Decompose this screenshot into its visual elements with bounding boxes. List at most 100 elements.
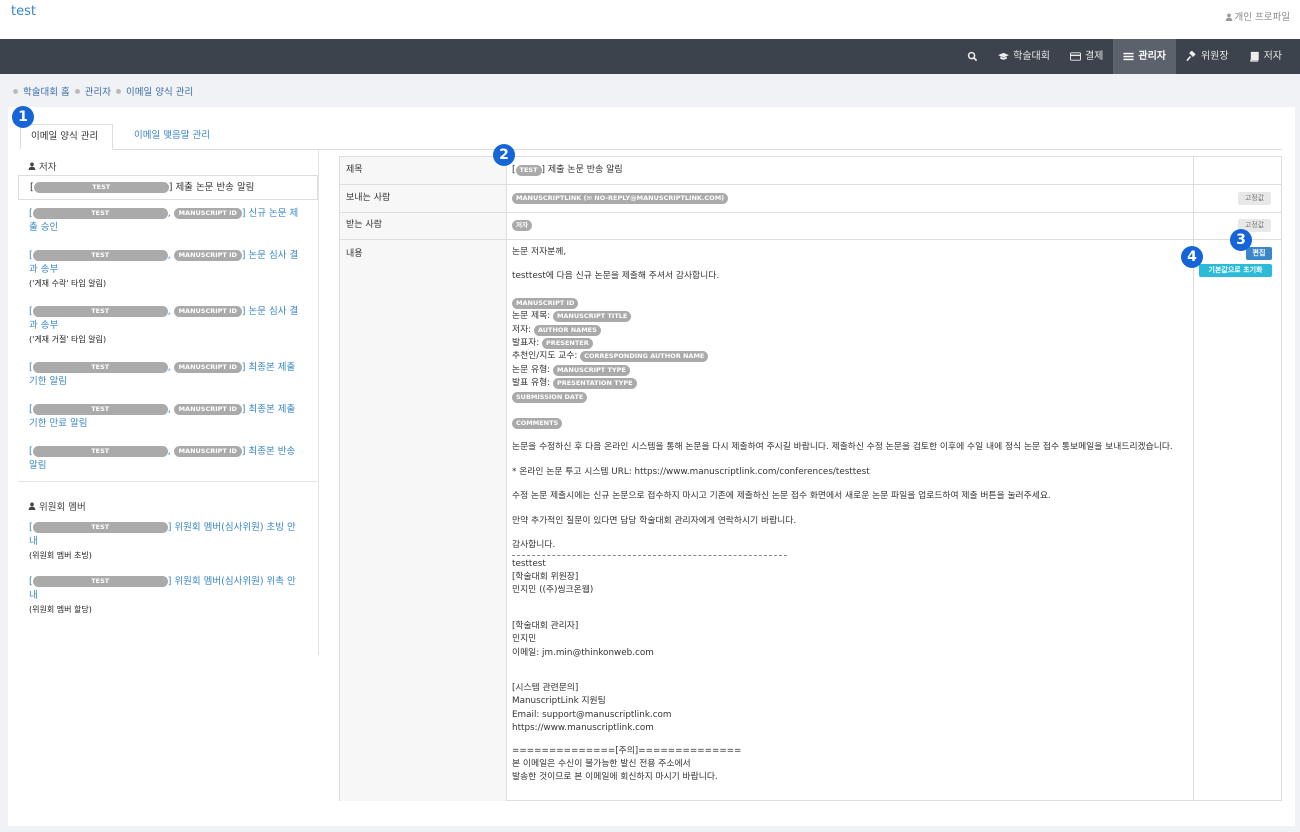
breadcrumb: 학술대회 홈 관리자 이메일 양식 관리 xyxy=(8,84,193,98)
list-item-label-2: 알림 xyxy=(29,460,47,471)
nav-author-label: 저자 xyxy=(1263,51,1282,62)
step-badge-1: 1 xyxy=(12,106,34,128)
subject-action-cell xyxy=(1193,157,1281,184)
tab-bar: 이메일 양식 관리 이메일 맺음말 관리 xyxy=(20,124,1282,150)
placeholder-chip: MANUSCRIPT ID xyxy=(512,297,579,309)
placeholder-chip: TEST xyxy=(32,522,168,533)
placeholder-chip: TEST xyxy=(32,446,168,457)
gavel-icon xyxy=(1186,51,1196,62)
field-label: 발표 유형: xyxy=(512,378,551,389)
graduation-cap-icon xyxy=(998,52,1010,60)
bullet-icon xyxy=(74,88,80,94)
list-item-label-2: 과 송부 xyxy=(29,264,59,275)
list-item-label-2: 출 승인 xyxy=(29,222,59,233)
field-label: 발표자: xyxy=(512,338,540,349)
main-nav: 학술대회 결제 관리자 위원장 저자 xyxy=(0,39,1300,74)
list-item[interactable]: [TEST, MANUSCRIPT ID] 최종본 제출 기한 알림 xyxy=(18,351,318,393)
nav-chair[interactable]: 위원장 xyxy=(1176,39,1239,74)
label-sender: 보내는 사람 xyxy=(340,185,507,212)
breadcrumb-admin[interactable]: 관리자 xyxy=(85,84,111,98)
tab-email-closing[interactable]: 이메일 맺음말 관리 xyxy=(124,124,220,150)
list-item-label-2: 기한 만료 알림 xyxy=(29,418,88,429)
placeholder-chip: TEST xyxy=(32,362,168,373)
placeholder-chip: MANUSCRIPT TYPE xyxy=(552,364,630,376)
user-icon xyxy=(1225,13,1232,21)
row-content: 내용 논문 저자분께, testtest에 다음 신규 논문을 제출해 주셔서 … xyxy=(340,240,1281,801)
body-intro: testtest에 다음 신규 논문을 제출해 주셔서 감사합니다. xyxy=(512,271,720,282)
signature-line: [시스템 관련문의] xyxy=(512,682,579,693)
placeholder-chip: PRESENTER xyxy=(542,338,593,350)
nav-payment-label: 결제 xyxy=(1084,51,1104,62)
nav-author[interactable]: 저자 xyxy=(1239,39,1292,74)
list-item[interactable]: [TEST] 위원회 멤버(심사위원) 초빙 안내 (위원회 멤버 초빙) xyxy=(18,515,318,567)
user-icon xyxy=(28,162,36,170)
section-committee: 위원회 멤버 xyxy=(18,496,318,515)
credit-card-icon xyxy=(1069,52,1081,61)
list-item-submission-return[interactable]: [TEST] 제출 논문 반송 알림 xyxy=(18,175,318,200)
sender-chip: MANUSCRIPTLINK (✉ NO-REPLY@MANUSCRIPTLIN… xyxy=(512,193,729,204)
list-item-sub: (위원회 멤버 초빙) xyxy=(29,551,92,560)
placeholder-chip: TEST xyxy=(32,306,168,317)
section-author-label: 저자 xyxy=(39,161,57,173)
list-item[interactable]: [TEST, MANUSCRIPT ID] 논문 심사 결과 송부 ('게재 거… xyxy=(18,295,318,351)
signature-line: Email: support@manuscriptlink.com xyxy=(512,709,672,720)
fixed-value-badge: 고정값 xyxy=(1238,192,1271,205)
placeholder-chip: MANUSCRIPT ID xyxy=(173,446,242,457)
list-item[interactable]: [TEST, MANUSCRIPT ID] 신규 논문 제출 승인 xyxy=(18,200,318,239)
section-committee-label: 위원회 멤버 xyxy=(39,501,86,513)
nav-admin[interactable]: 관리자 xyxy=(1113,39,1176,74)
email-body: 논문 저자분께, testtest에 다음 신규 논문을 제출해 주셔서 감사합… xyxy=(512,246,1188,785)
list-item-label: ] 위원회 멤버(심사위원) 위촉 안 xyxy=(167,576,296,587)
signature-line: 민지민 ((주)씽크온웹) xyxy=(512,585,594,596)
profile-label: 개인 프로파일 xyxy=(1234,12,1290,23)
label-receiver: 받는 사람 xyxy=(340,213,507,239)
sender-value: MANUSCRIPTLINK (✉ NO-REPLY@MANUSCRIPTLIN… xyxy=(512,185,1188,211)
tab-email-template[interactable]: 이메일 양식 관리 xyxy=(20,124,113,150)
placeholder-chip: PRESENTATION TYPE xyxy=(552,378,637,390)
profile-link[interactable]: 개인 프로파일 xyxy=(1225,9,1290,23)
row-subject: 제목 [TEST] 제출 논문 반송 알림 xyxy=(340,157,1281,185)
placeholder-chip: TEST xyxy=(515,165,542,176)
placeholder-chip: TEST xyxy=(32,576,168,587)
placeholder-chip: MANUSCRIPT ID xyxy=(173,404,242,415)
notice-line: ==============[주의]============== xyxy=(512,745,742,756)
list-item[interactable]: [TEST, MANUSCRIPT ID] 논문 심사 결과 송부 ('게재 수… xyxy=(18,239,318,295)
placeholder-chip: TEST xyxy=(32,250,168,261)
list-item[interactable]: [TEST] 위원회 멤버(심사위원) 위촉 안내 (위원회 멤버 할당) xyxy=(18,567,318,621)
row-receiver: 받는 사람 저자 고정값 xyxy=(340,213,1281,240)
row-sender: 보내는 사람 MANUSCRIPTLINK (✉ NO-REPLY@MANUSC… xyxy=(340,185,1281,213)
list-item-sub: ('게재 수락' 타입 알림) xyxy=(29,279,107,288)
list-item-sub: (위원회 멤버 할당) xyxy=(29,605,92,614)
subject-value: [TEST] 제출 논문 반송 알림 xyxy=(512,165,623,176)
list-item[interactable]: [TEST, MANUSCRIPT ID] 최종본 제출 기한 만료 알림 xyxy=(18,393,318,435)
nav-payment[interactable]: 결제 xyxy=(1060,39,1113,74)
placeholder-chip: TEST xyxy=(32,404,168,415)
label-content: 내용 xyxy=(340,240,507,801)
signature-line: ManuscriptLink 지원팀 xyxy=(512,696,606,707)
placeholder-chip: AUTHOR NAMES xyxy=(533,324,601,336)
reset-default-button[interactable]: 기본값으로 초기화 xyxy=(1199,264,1272,277)
body-field-list: MANUSCRIPT ID 논문 제목: MANUSCRIPT TITLE 저자… xyxy=(512,297,1188,404)
breadcrumb-home[interactable]: 학술대회 홈 xyxy=(23,84,70,98)
field-label: 논문 유형: xyxy=(512,364,551,375)
receiver-chip: 저자 xyxy=(512,220,532,231)
body-paragraph: 만약 추가적인 질문이 있다면 담당 학술대회 관리자에게 연락하시기 바랍니다… xyxy=(512,515,797,526)
nav-conference[interactable]: 학술대회 xyxy=(988,39,1060,74)
nav-search[interactable] xyxy=(957,39,988,74)
brand-title[interactable]: test xyxy=(11,4,36,19)
signature-line: 이메일: jm.min@thinkonweb.com xyxy=(512,647,654,658)
placeholder-chip: MANUSCRIPT TITLE xyxy=(552,311,632,323)
breadcrumb-current[interactable]: 이메일 양식 관리 xyxy=(126,84,193,98)
placeholder-chip: TEST xyxy=(33,182,169,193)
field-label: 논문 제목: xyxy=(512,311,551,322)
body-paragraph: 수정 논문 제출시에는 신규 논문으로 접수하지 마시고 기존에 제출하신 논문… xyxy=(512,491,1051,502)
field-label: 저자: xyxy=(512,324,532,335)
nav-conference-label: 학술대회 xyxy=(1013,51,1050,62)
list-item-label: ] 논문 심사 결 xyxy=(241,306,299,317)
bullet-icon xyxy=(13,88,18,94)
list-item-label-2: 내 xyxy=(29,536,38,547)
list-item[interactable]: [TEST, MANUSCRIPT ID] 최종본 반송 알림 xyxy=(18,435,318,481)
edit-button[interactable]: 편집 xyxy=(1246,247,1272,260)
step-badge-2: 2 xyxy=(493,144,515,166)
search-icon xyxy=(967,51,978,62)
